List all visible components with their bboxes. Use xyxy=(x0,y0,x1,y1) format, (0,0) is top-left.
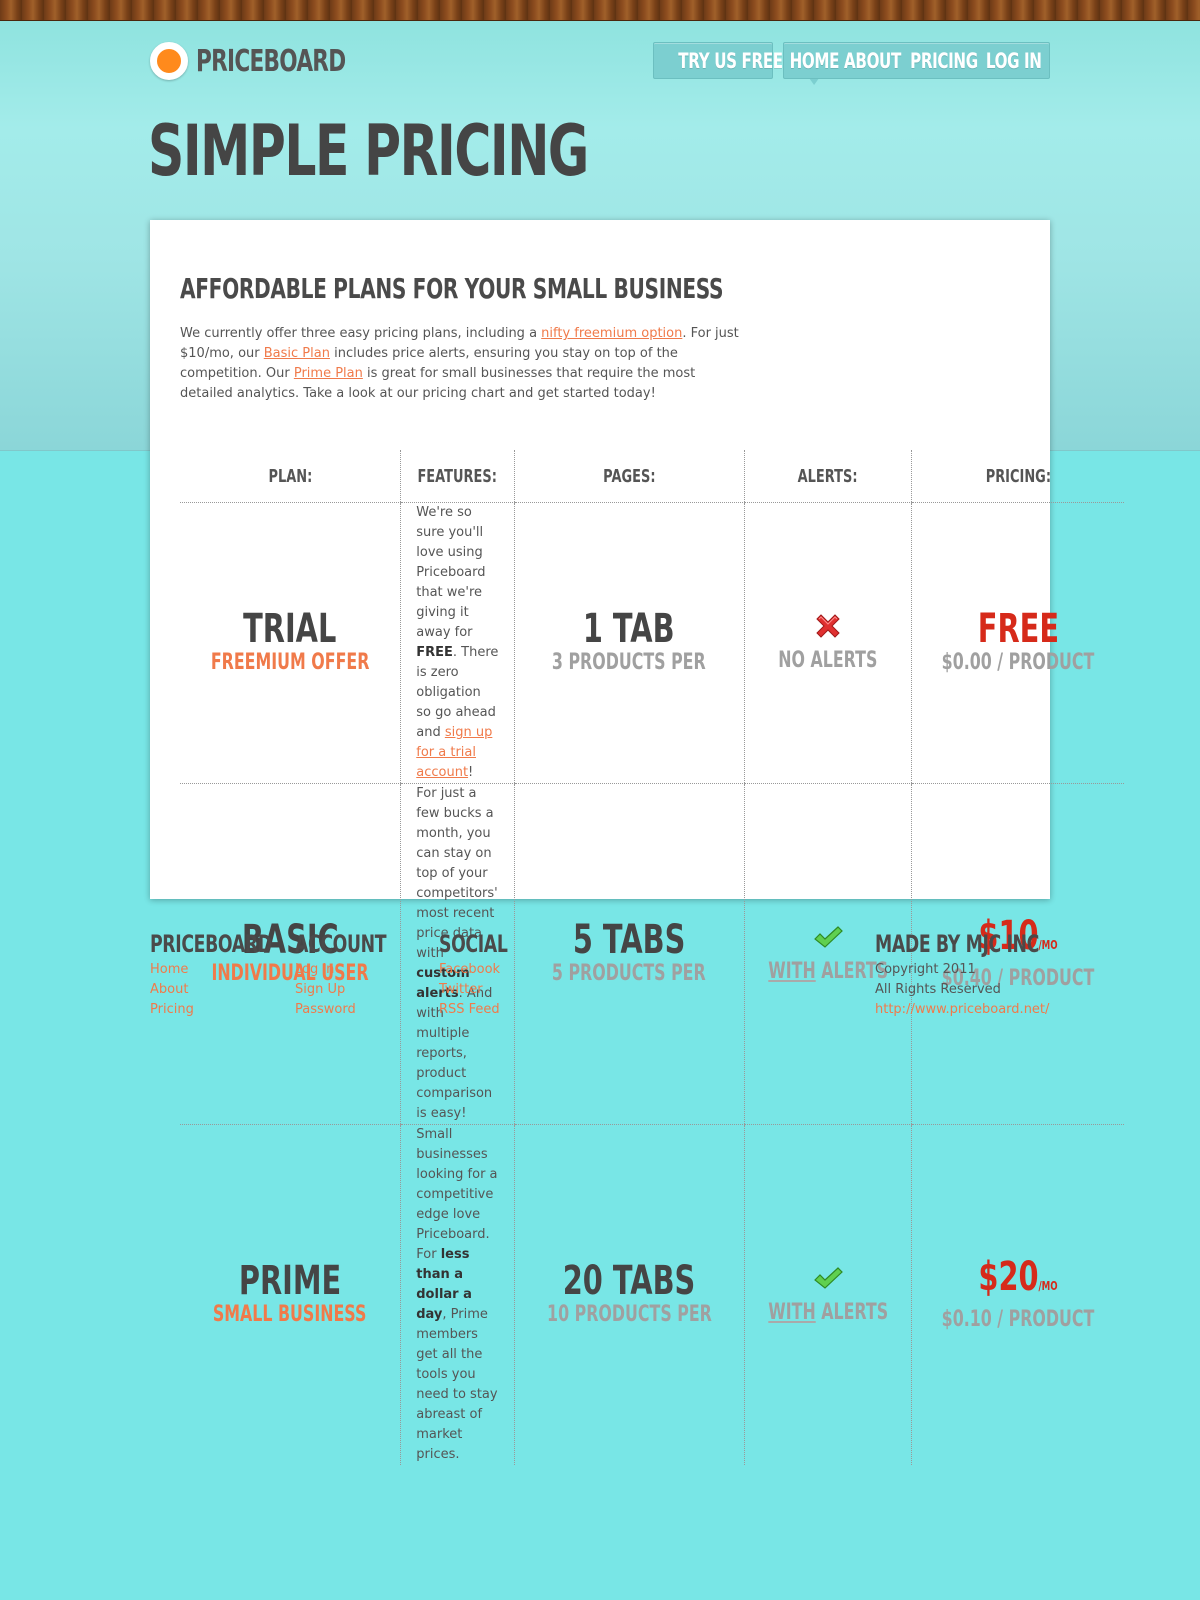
footer-link-rss[interactable]: RSS Feed xyxy=(439,1002,500,1017)
price-value: $20/MO xyxy=(978,1253,1058,1300)
price-value: FREE xyxy=(977,606,1059,652)
plan-cell: TRIAL FREEMIUM OFFER xyxy=(180,502,401,784)
check-icon xyxy=(813,926,843,948)
copyright-text: Copyright 2011 xyxy=(875,962,976,977)
header-pages: PAGES: xyxy=(513,450,745,503)
pages-count: 20 TABS xyxy=(562,1258,696,1304)
logo-text: PRICEBOARD xyxy=(196,43,346,79)
plan-subtitle: SMALL BUSINESS xyxy=(213,1302,367,1327)
table-header-row: PLAN: FEATURES: PAGES: ALERTS: PRICING: xyxy=(180,450,1124,503)
try-free-nav: TRY US FREE xyxy=(653,42,783,79)
price-period: /MO xyxy=(1038,1278,1058,1293)
footer-heading: MADE BY MJC INC xyxy=(875,930,1039,958)
footer-heading: ACCOUNT xyxy=(295,930,387,958)
pages-cell: 20 TABS 10 PRODUCTS PER xyxy=(513,1124,745,1465)
nav-pricing[interactable]: PRICING xyxy=(910,49,978,73)
check-icon xyxy=(813,1267,843,1289)
nav-about[interactable]: ABOUT xyxy=(844,49,901,73)
header-alerts: ALERTS: xyxy=(743,450,912,503)
basic-plan-link[interactable]: Basic Plan xyxy=(264,346,330,361)
footer-link-pricing[interactable]: Pricing xyxy=(150,1002,194,1017)
footer-link-about[interactable]: About xyxy=(150,982,188,997)
card-subtitle: AFFORDABLE PLANS FOR YOUR SMALL BUSINESS xyxy=(180,272,724,305)
alerts-cell: WITH ALERTS xyxy=(743,1124,912,1465)
footer-link-login[interactable]: Log In xyxy=(295,962,334,977)
products-count: 3 PRODUCTS PER xyxy=(552,650,706,675)
products-count: 10 PRODUCTS PER xyxy=(546,1302,712,1327)
plan-subtitle: FREEMIUM OFFER xyxy=(210,650,370,675)
pages-count: 5 TABS xyxy=(572,917,686,963)
alerts-text: WITH ALERTS xyxy=(767,1300,888,1325)
features-cell: We're so sure you'll love using Priceboa… xyxy=(400,502,515,784)
price-per-product: $0.10 / PRODUCT xyxy=(941,1306,1095,1332)
footer-col-madeby: MADE BY MJC INC Copyright 2011 All Right… xyxy=(875,928,1075,1020)
footer-site-link[interactable]: http://www.priceboard.net/ xyxy=(875,1002,1049,1017)
wood-header-strip xyxy=(0,0,1200,21)
footer-link-home[interactable]: Home xyxy=(150,962,188,977)
logo[interactable]: PRICEBOARD xyxy=(150,42,404,80)
page-title: SIMPLE PRICING xyxy=(148,110,589,192)
footer-link-facebook[interactable]: Facebook xyxy=(439,962,500,977)
pages-cell: 1 TAB 3 PRODUCTS PER xyxy=(513,502,745,784)
alerts-text: NO ALERTS xyxy=(778,648,878,673)
footer-heading: SOCIAL xyxy=(439,930,508,958)
pages-count: 1 TAB xyxy=(583,606,675,652)
rights-text: All Rights Reserved xyxy=(875,982,1001,997)
header-features: FEATURES: xyxy=(400,450,515,503)
plan-cell: PRIME SMALL BUSINESS xyxy=(180,1125,401,1466)
try-free-button[interactable]: TRY US FREE xyxy=(678,49,783,73)
logo-circle-icon xyxy=(150,42,188,80)
pricing-card: AFFORDABLE PLANS FOR YOUR SMALL BUSINESS… xyxy=(150,220,1124,1465)
footer-link-password[interactable]: Password xyxy=(295,1002,356,1017)
nav-home[interactable]: HOME xyxy=(790,49,840,85)
main-nav: HOME ABOUT PRICING LOG IN xyxy=(783,42,1050,85)
price-per-product: $0.00 / PRODUCT xyxy=(941,650,1095,675)
table-row: TRIAL FREEMIUM OFFER We're so sure you'l… xyxy=(180,502,1124,784)
footer-heading: PRICEBOARD xyxy=(150,930,272,958)
x-icon xyxy=(816,614,840,638)
price-cell: FREE $0.00 / PRODUCT xyxy=(910,502,1124,784)
prime-plan-link[interactable]: Prime Plan xyxy=(294,366,363,381)
intro-paragraph: We currently offer three easy pricing pl… xyxy=(180,324,740,404)
plan-name: TRIAL xyxy=(243,606,337,652)
freemium-link[interactable]: nifty freemium option xyxy=(541,326,682,341)
footer-link-twitter[interactable]: Twitter xyxy=(439,982,483,997)
plan-name: PRIME xyxy=(238,1258,342,1304)
footer-link-signup[interactable]: Sign Up xyxy=(295,982,345,997)
footer-col-account: ACCOUNT Log In Sign Up Password xyxy=(295,928,435,1020)
header-plan: PLAN: xyxy=(180,450,401,503)
alerts-text: WITH ALERTS xyxy=(767,959,888,984)
intro-text-1: We currently offer three easy pricing pl… xyxy=(180,326,542,341)
features-cell: Small businesses looking for a competiti… xyxy=(400,1124,515,1465)
footer-col-priceboard: PRICEBOARD Home About Pricing xyxy=(150,928,290,1020)
footer-col-social: SOCIAL Facebook Twitter RSS Feed xyxy=(439,928,579,1020)
table-row: PRIME SMALL BUSINESS Small businesses lo… xyxy=(180,1124,1124,1466)
price-cell: $20/MO $0.10 / PRODUCT xyxy=(910,1124,1124,1465)
header-pricing: PRICING: xyxy=(910,450,1124,503)
alerts-cell: NO ALERTS xyxy=(743,502,912,784)
nav-login[interactable]: LOG IN xyxy=(986,49,1042,73)
